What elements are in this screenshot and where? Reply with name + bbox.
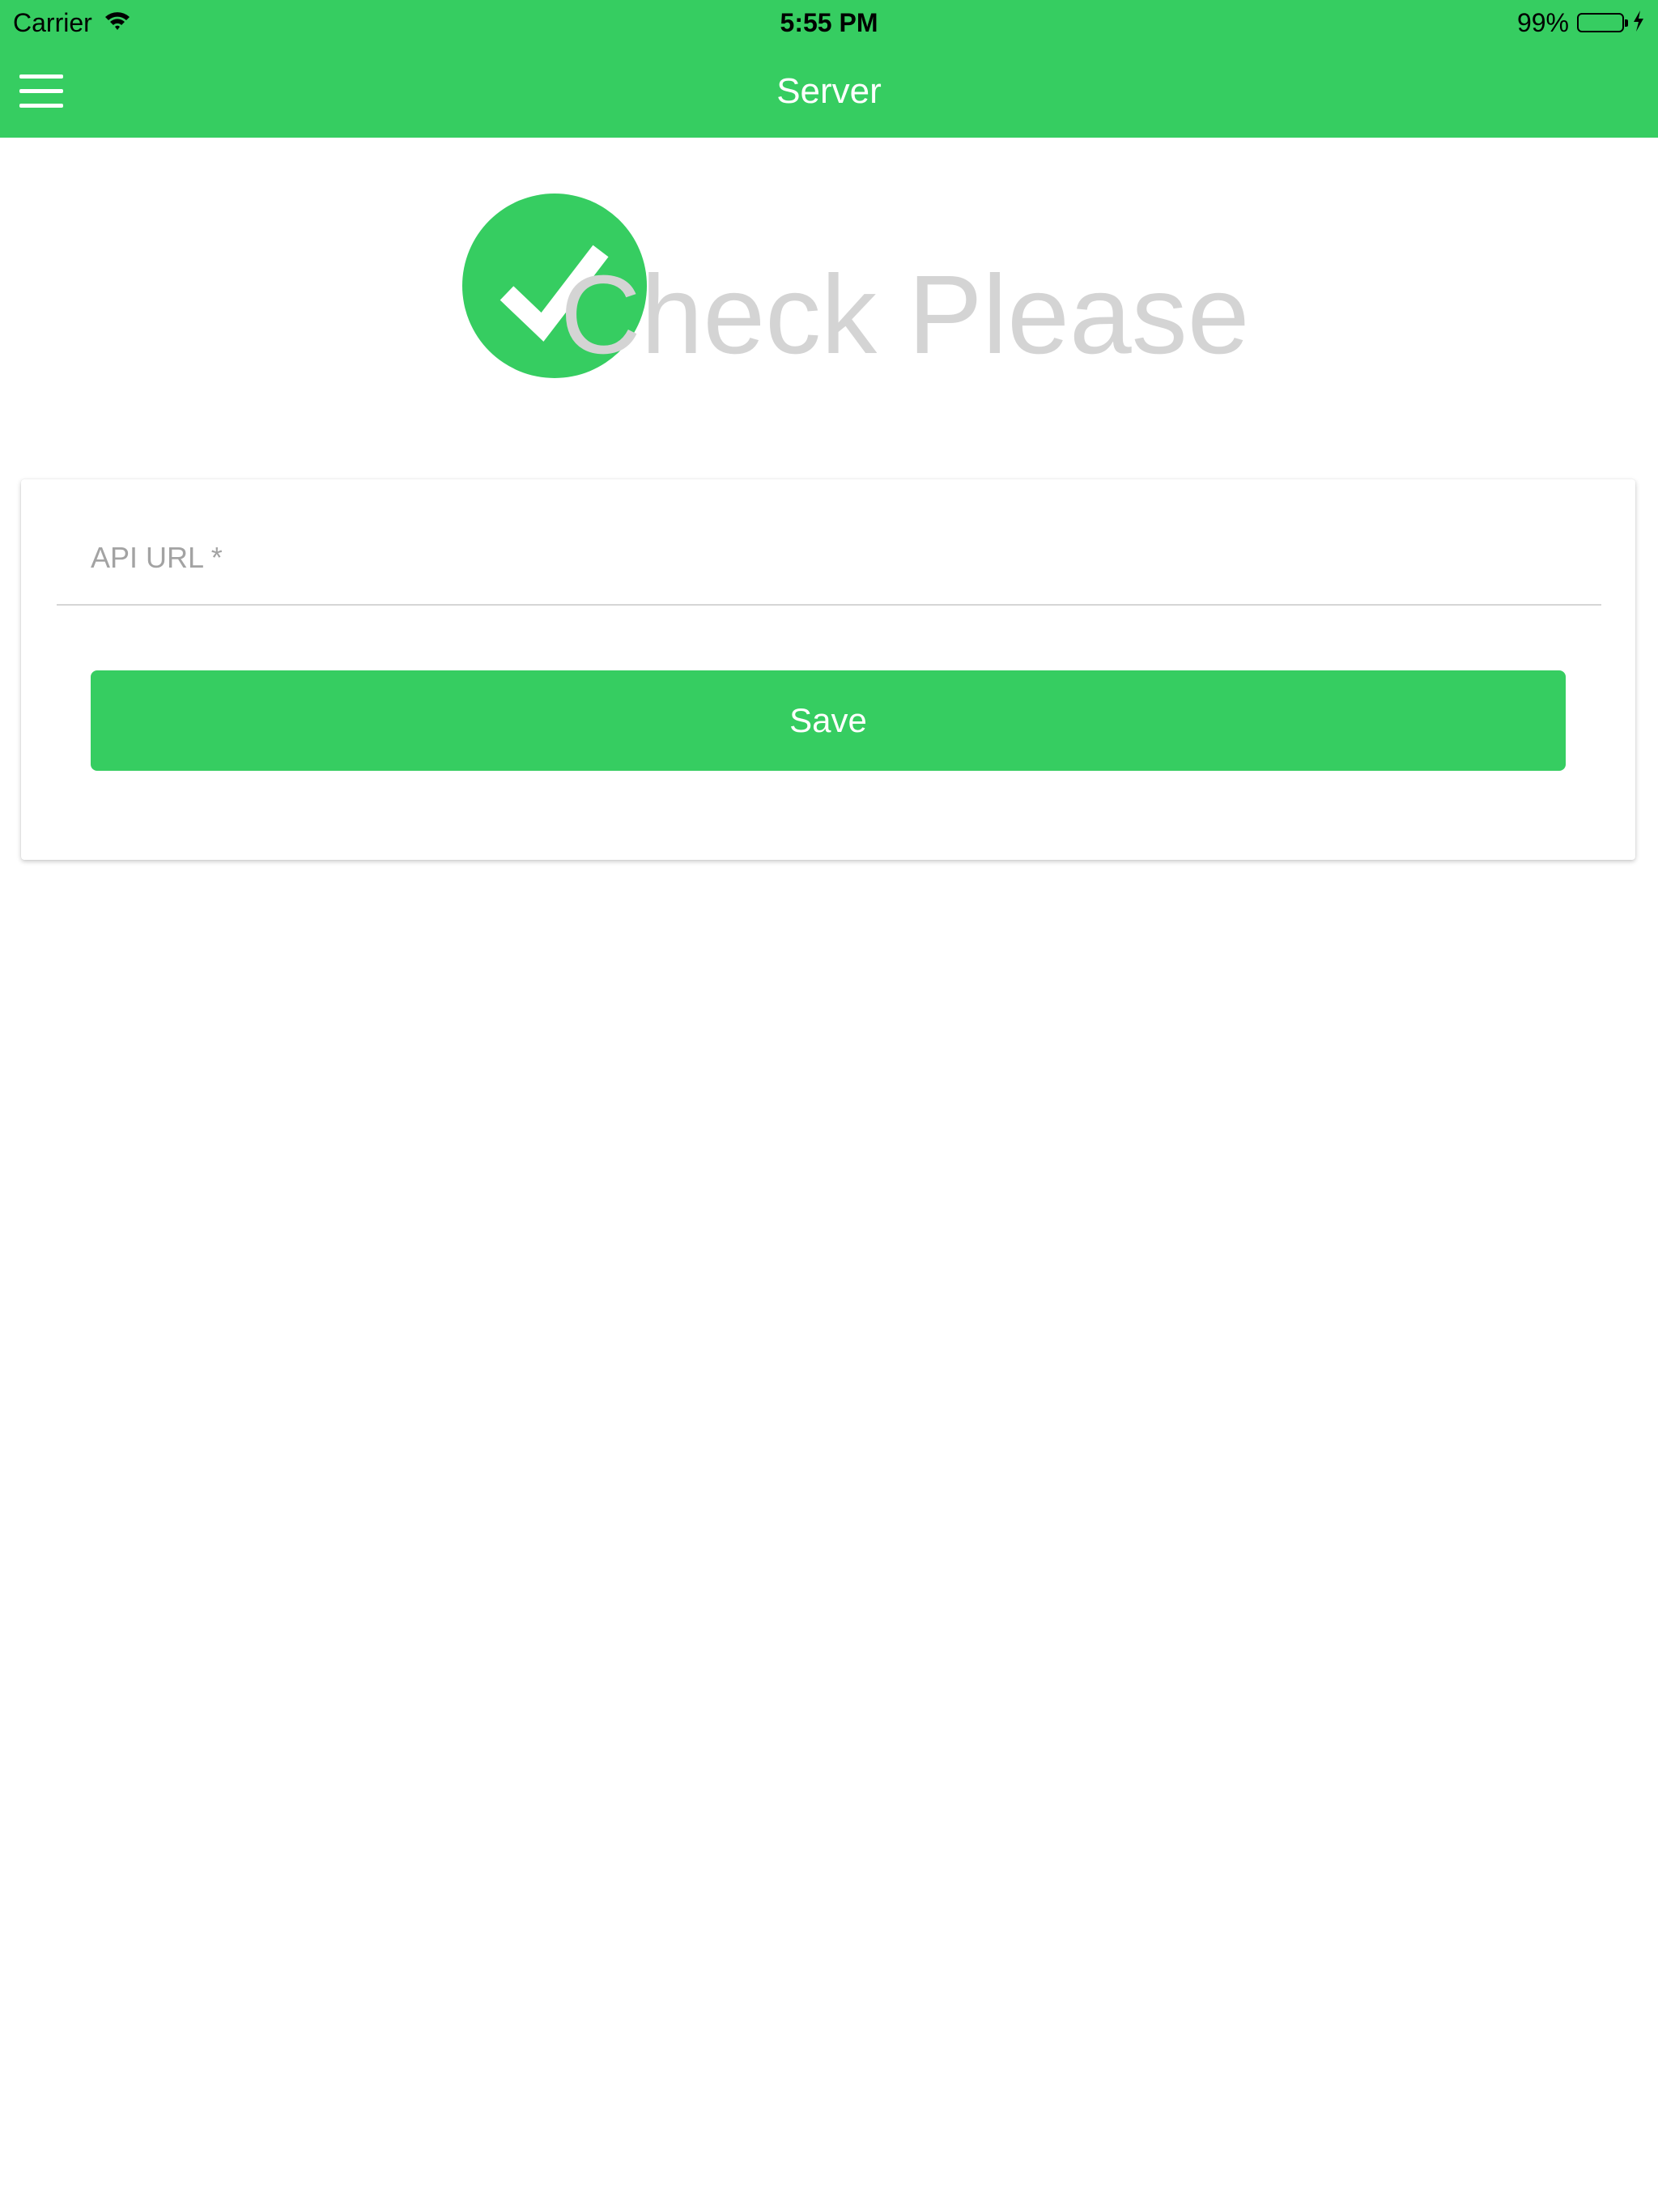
server-settings-card: Save (21, 479, 1635, 860)
page-title: Server (776, 71, 882, 111)
save-button[interactable]: Save (91, 670, 1566, 771)
battery-percent: 99% (1516, 8, 1569, 37)
status-right: 99% (1517, 6, 1645, 39)
nav-bar: Server (0, 45, 1658, 138)
status-bar: Carrier 5:55 PM 99% (0, 0, 1658, 45)
battery-icon (1577, 13, 1628, 32)
charging-bolt-icon (1632, 6, 1645, 39)
status-time: 5:55 PM (780, 8, 878, 37)
api-url-input[interactable] (57, 512, 1601, 604)
app-logo-text: Check Please (560, 253, 1250, 377)
api-url-field (57, 512, 1601, 606)
battery-level-fill (1580, 16, 1621, 29)
